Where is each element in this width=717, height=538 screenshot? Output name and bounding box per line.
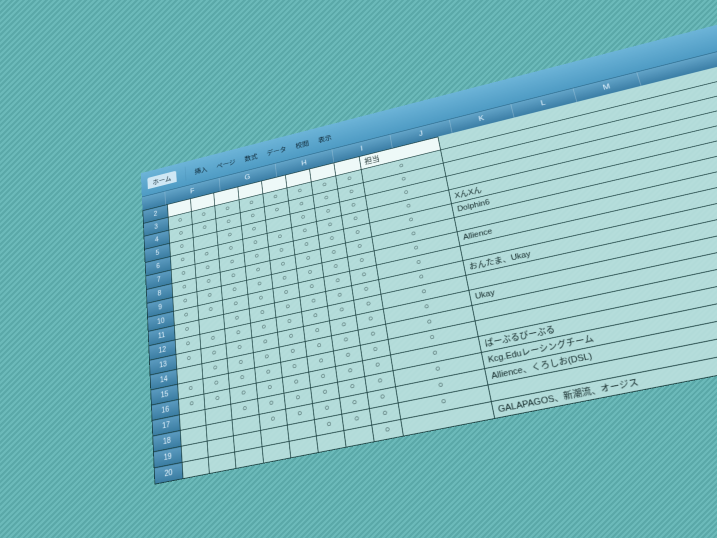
ribbon-tab[interactable]: ページ [216, 156, 236, 170]
ribbon-tab[interactable]: ホーム [147, 170, 176, 188]
cell[interactable] [235, 447, 263, 469]
ribbon-tab[interactable]: 数式 [244, 151, 258, 163]
ribbon-separator [185, 167, 187, 181]
spreadsheet-window: ホーム 挿入 ページ 数式 データ 校閲 表示 F G H I J K L M … [141, 0, 717, 485]
ribbon-tab[interactable]: データ [266, 143, 287, 157]
cell[interactable] [182, 457, 209, 478]
screen-photo: ホーム 挿入 ページ 数式 データ 校閲 表示 F G H I J K L M … [0, 0, 717, 538]
ribbon-tab[interactable]: 校閲 [295, 138, 309, 150]
cell[interactable] [208, 452, 236, 474]
ribbon-tab[interactable]: 表示 [317, 132, 332, 144]
ribbon-tab[interactable]: 挿入 [194, 164, 207, 176]
